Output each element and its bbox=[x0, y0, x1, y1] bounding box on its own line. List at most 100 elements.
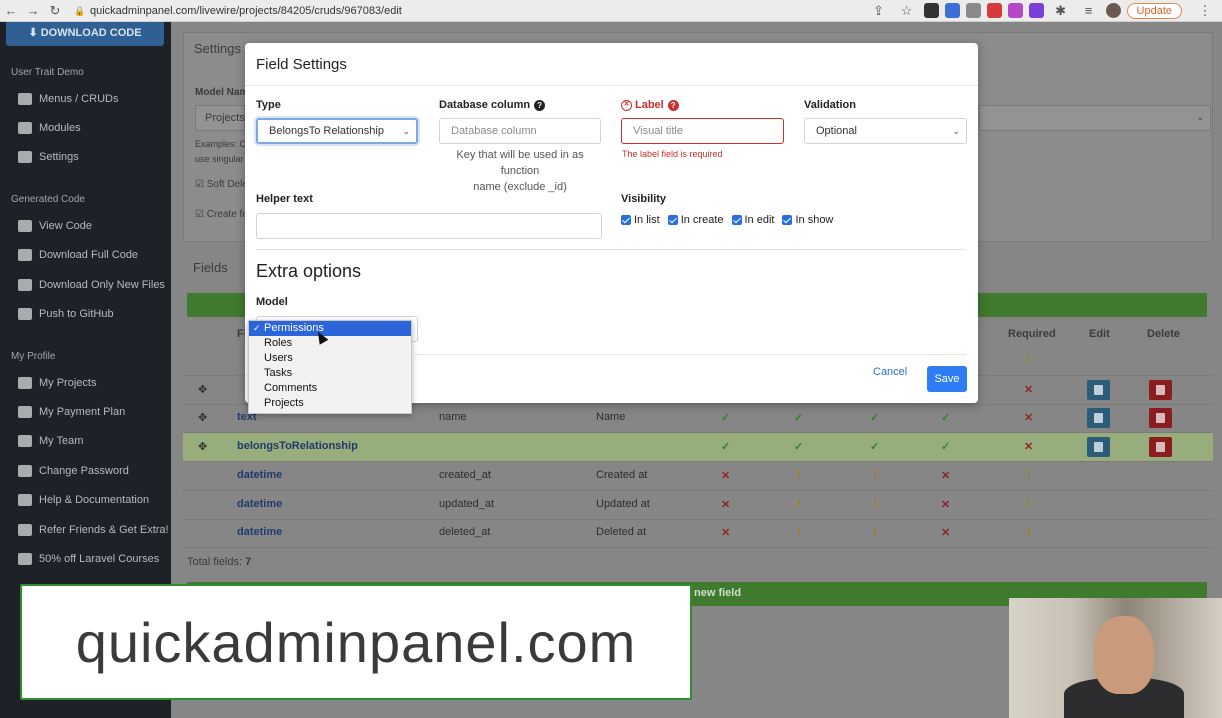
browser-toolbar: ← → ↻ 🔒 quickadminpanel.com/livewire/pro… bbox=[0, 0, 1222, 22]
drag-handle-icon[interactable]: ✥ bbox=[198, 411, 207, 424]
sidebar-item-settings[interactable]: Settings bbox=[18, 151, 79, 163]
checkbox-checked-icon bbox=[667, 215, 678, 225]
sidebar-item-label: My Payment Plan bbox=[39, 406, 126, 418]
menu-icon[interactable]: ⋮ bbox=[1194, 3, 1216, 19]
check-icon: ✓ bbox=[870, 412, 880, 424]
delete-button[interactable] bbox=[1149, 437, 1172, 457]
sidebar-item-laravel-courses[interactable]: 50% off Laravel Courses bbox=[18, 553, 159, 565]
check-icon: ✓ bbox=[721, 441, 731, 453]
field-type: datetime bbox=[237, 469, 283, 481]
use-singular-text: use singular bbox=[195, 154, 244, 164]
visibility-in-list-checkbox[interactable]: In list bbox=[621, 214, 660, 226]
download-code-button[interactable]: ⬇ DOWNLOAD CODE bbox=[6, 22, 164, 46]
create-checkbox[interactable]: ☑ Create fo bbox=[195, 209, 248, 220]
back-icon[interactable]: ← bbox=[0, 3, 22, 18]
helper-text-input[interactable] bbox=[256, 213, 602, 239]
db-column-input[interactable]: Database column bbox=[439, 118, 601, 144]
sidebar-item-refer-friends[interactable]: Refer Friends & Get Extra! bbox=[18, 524, 169, 536]
type-select[interactable]: BelongsTo Relationship ⌄ bbox=[256, 118, 418, 144]
visibility-in-edit-checkbox[interactable]: In edit bbox=[731, 214, 774, 226]
wrench-icon bbox=[18, 151, 32, 163]
checkbox-checked-icon bbox=[621, 215, 631, 225]
extension-icon[interactable] bbox=[1007, 3, 1023, 18]
sidebar-section-profile: My Profile bbox=[11, 351, 56, 362]
label-placeholder: Visual title bbox=[633, 125, 683, 137]
db-column-hint-line: Key that will be used in as function bbox=[456, 149, 584, 177]
visibility-in-create-checkbox[interactable]: In create bbox=[667, 214, 724, 226]
dropdown-option-projects[interactable]: Projects bbox=[249, 396, 411, 411]
sidebar-item-change-password[interactable]: Change Password bbox=[18, 465, 129, 477]
dropdown-option-permissions[interactable]: Permissions bbox=[249, 321, 411, 336]
visibility-option-label: In list bbox=[634, 214, 660, 226]
sidebar-item-payment-plan[interactable]: My Payment Plan bbox=[18, 406, 125, 418]
sidebar-item-view-code[interactable]: View Code bbox=[18, 220, 92, 232]
sidebar-item-push-github[interactable]: Push to GitHub bbox=[18, 308, 114, 320]
sidebar-item-my-projects[interactable]: My Projects bbox=[18, 377, 96, 389]
sidebar-item-label: Modules bbox=[39, 122, 81, 134]
star-icon[interactable]: ☆ bbox=[896, 3, 918, 19]
puzzle-icon[interactable]: ✱ bbox=[1050, 3, 1072, 19]
warning-icon: ! bbox=[1027, 526, 1031, 538]
address-bar[interactable]: 🔒 quickadminpanel.com/livewire/projects/… bbox=[74, 5, 868, 17]
field-name: updated_at bbox=[439, 498, 495, 510]
visibility-in-show-checkbox[interactable]: In show bbox=[782, 214, 833, 226]
visibility-options: In list In create In edit In show bbox=[621, 214, 841, 226]
drag-handle-icon[interactable]: ✥ bbox=[198, 383, 207, 396]
question-icon[interactable]: ? bbox=[534, 99, 546, 111]
gift-icon bbox=[18, 524, 32, 536]
reload-icon[interactable]: ↻ bbox=[44, 3, 66, 19]
validation-select[interactable]: Optional ⌄ bbox=[804, 118, 967, 144]
label-label: ✕ Label ? bbox=[621, 99, 679, 111]
x-icon: ✕ bbox=[1024, 412, 1034, 424]
update-button[interactable]: Update bbox=[1126, 2, 1182, 19]
list-icon[interactable]: ≡ bbox=[1078, 3, 1100, 18]
dropdown-option-users[interactable]: Users bbox=[249, 351, 411, 366]
edit-button[interactable] bbox=[1087, 380, 1110, 400]
sidebar-item-download-new-files[interactable]: Download Only New Files bbox=[18, 279, 165, 291]
field-label: Created at bbox=[596, 469, 648, 481]
sidebar-item-label: Download Full Code bbox=[39, 249, 139, 261]
cancel-button[interactable]: Cancel bbox=[873, 366, 907, 378]
question-icon[interactable]: ? bbox=[667, 99, 679, 111]
sidebar-item-download-full-code[interactable]: Download Full Code bbox=[18, 249, 138, 261]
model-name-input[interactable]: Projects bbox=[195, 105, 245, 131]
sidebar-item-my-team[interactable]: My Team bbox=[18, 435, 83, 447]
chevron-down-icon: ⌄ bbox=[402, 126, 410, 136]
extension-icon[interactable] bbox=[923, 3, 939, 18]
error-circle-icon: ✕ bbox=[621, 99, 632, 111]
label-input[interactable]: Visual title bbox=[621, 118, 784, 144]
warning-icon: ! bbox=[1027, 469, 1031, 481]
sidebar-item-modules[interactable]: Modules bbox=[18, 122, 81, 134]
extension-icon[interactable] bbox=[986, 3, 1002, 18]
profile-avatar-icon[interactable] bbox=[1105, 3, 1121, 18]
edit-button[interactable] bbox=[1087, 408, 1110, 428]
delete-button[interactable] bbox=[1149, 408, 1172, 428]
modal-title: Field Settings bbox=[256, 56, 347, 73]
dropdown-option-roles[interactable]: Roles bbox=[249, 336, 411, 351]
dropdown-option-tasks[interactable]: Tasks bbox=[249, 366, 411, 381]
background-select[interactable]: ⌄ bbox=[979, 105, 1211, 131]
extra-options-title: Extra options bbox=[256, 261, 362, 281]
extension-icon[interactable] bbox=[1028, 3, 1044, 18]
lock-icon: 🔒 bbox=[74, 5, 86, 16]
validation-value: Optional bbox=[816, 125, 857, 137]
save-button[interactable]: Save bbox=[927, 366, 967, 392]
sidebar-item-help[interactable]: Help & Documentation bbox=[18, 494, 149, 506]
soft-delete-checkbox[interactable]: ☑ Soft Dele bbox=[195, 179, 248, 190]
extension-icon[interactable] bbox=[944, 3, 960, 18]
download-code-label: DOWNLOAD CODE bbox=[40, 27, 142, 39]
delete-button[interactable] bbox=[1149, 380, 1172, 400]
tag-icon bbox=[18, 553, 32, 565]
sidebar-section-generated: Generated Code bbox=[11, 194, 85, 205]
sidebar-item-menus-cruds[interactable]: Menus / CRUDs bbox=[18, 93, 118, 105]
drag-handle-icon[interactable]: ✥ bbox=[198, 440, 207, 453]
edit-button[interactable] bbox=[1087, 437, 1110, 457]
list-icon bbox=[18, 93, 32, 105]
table-row: datetime deleted_at Deleted at ✕ ! ! ✕ ! bbox=[183, 519, 1213, 548]
eye-icon bbox=[18, 220, 32, 232]
dropdown-option-comments[interactable]: Comments bbox=[249, 381, 411, 396]
forward-icon[interactable]: → bbox=[22, 3, 44, 18]
extension-icon[interactable] bbox=[965, 3, 981, 18]
field-type: datetime bbox=[237, 526, 283, 538]
share-icon[interactable]: ⇪ bbox=[868, 3, 890, 19]
